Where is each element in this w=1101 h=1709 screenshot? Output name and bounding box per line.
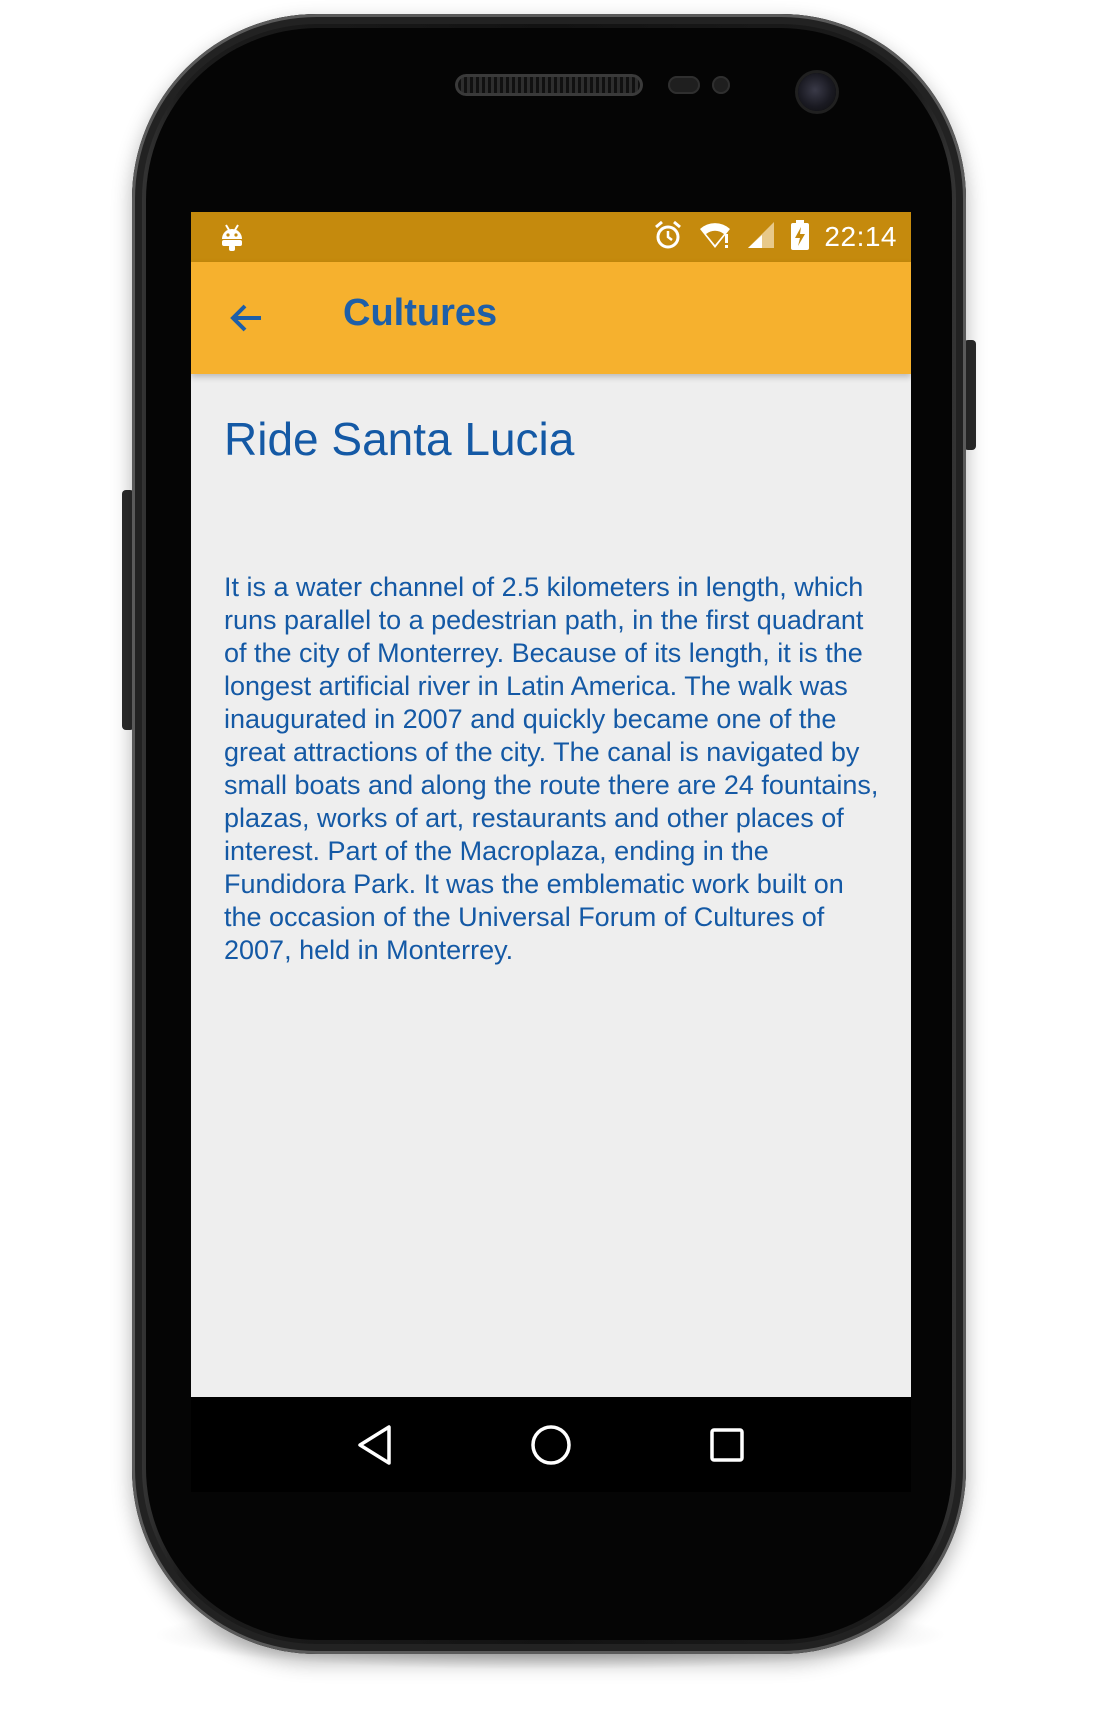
back-button[interactable] <box>223 294 271 342</box>
app-bar: Cultures <box>191 262 911 374</box>
phone-sensor-dot <box>712 76 730 94</box>
signal-icon <box>746 220 776 255</box>
screen: 22:14 Cultures Ride Santa Lucia It is a … <box>191 212 911 1492</box>
status-bar: 22:14 <box>191 212 911 262</box>
app-bar-title: Cultures <box>343 292 498 334</box>
alarm-icon <box>652 219 684 256</box>
android-icon <box>217 222 247 252</box>
home-circle-icon <box>531 1424 571 1465</box>
navigation-bar <box>191 1397 911 1492</box>
nav-back-button[interactable] <box>349 1419 401 1471</box>
phone-speaker <box>455 74 643 96</box>
back-triangle-icon <box>358 1424 391 1465</box>
recents-square-icon <box>710 1427 744 1462</box>
content: Ride Santa Lucia It is a water channel o… <box>224 412 884 967</box>
front-camera <box>798 73 836 111</box>
wifi-icon <box>698 220 732 255</box>
battery-charging-icon <box>790 219 810 256</box>
status-time: 22:14 <box>824 221 897 252</box>
place-description: It is a water channel of 2.5 kilometers … <box>224 572 879 966</box>
phone-sensor <box>668 76 700 94</box>
nav-home-button[interactable] <box>525 1419 577 1471</box>
place-heading: Ride Santa Lucia <box>224 413 575 465</box>
arrow-back-icon <box>230 304 261 332</box>
status-icons: 22:14 <box>652 212 897 262</box>
nav-recents-button[interactable] <box>701 1419 753 1471</box>
